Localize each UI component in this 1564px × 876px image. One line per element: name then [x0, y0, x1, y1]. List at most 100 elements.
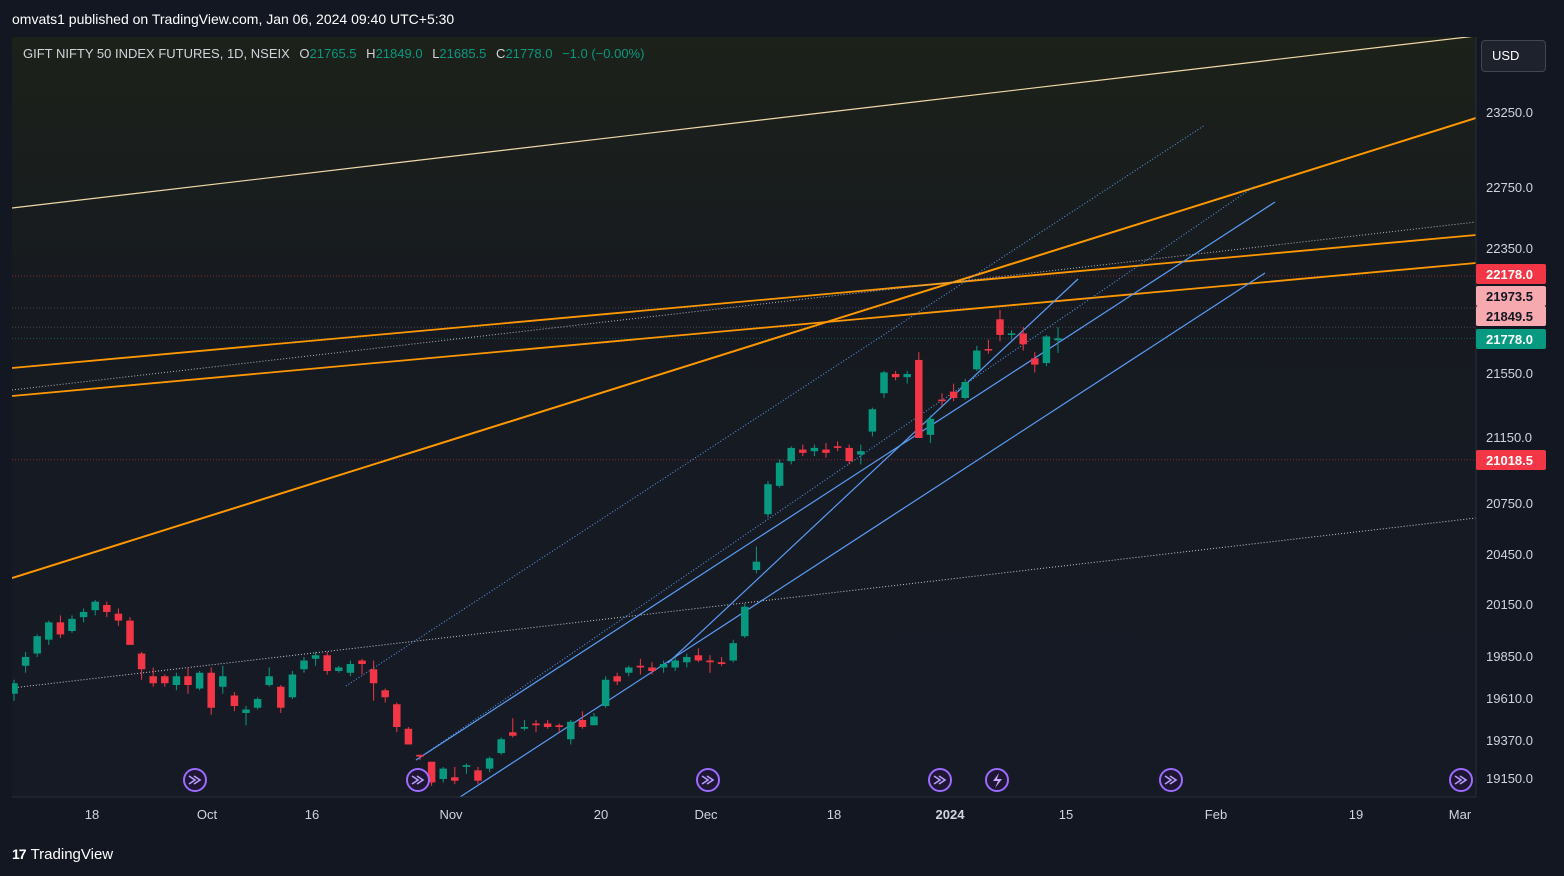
price-label-text: 22178.0 — [1486, 267, 1533, 282]
y-tick-label: 20150.0 — [1486, 597, 1533, 612]
candle-body — [300, 660, 308, 670]
candle[interactable] — [1042, 334, 1051, 367]
candle-body — [961, 382, 969, 398]
candle-body — [880, 372, 888, 394]
symbol-title[interactable]: GIFT NIFTY 50 INDEX FUTURES, 1D, NSEIX — [23, 46, 290, 61]
candle-body — [648, 667, 656, 671]
x-tick-label: Nov — [439, 807, 463, 822]
x-tick-label: Feb — [1205, 807, 1227, 822]
event-marker-icon[interactable] — [1449, 768, 1473, 792]
candle[interactable] — [601, 676, 610, 708]
candle-body — [161, 676, 169, 684]
candle-body — [242, 709, 250, 713]
candle-body — [497, 739, 505, 754]
event-marker-icon[interactable] — [406, 768, 430, 792]
candle-body — [68, 618, 76, 631]
candle-body — [91, 601, 99, 611]
candle-body — [915, 359, 923, 438]
candle-body — [335, 667, 343, 671]
candle-body — [195, 672, 204, 689]
y-tick-label: 19150.0 — [1486, 771, 1533, 786]
candle[interactable] — [207, 667, 215, 715]
candle-body — [207, 672, 215, 708]
candle-body — [799, 449, 807, 453]
x-tick-label: Oct — [197, 807, 218, 822]
candle-body — [265, 676, 273, 685]
x-tick-label: 15 — [1059, 807, 1073, 822]
candle[interactable] — [915, 352, 923, 438]
candle-body — [1042, 336, 1051, 364]
currency-button[interactable]: USD — [1481, 40, 1546, 72]
symbol-legend: GIFT NIFTY 50 INDEX FUTURES, 1D, NSEIX O… — [23, 46, 644, 61]
candle-body — [485, 758, 494, 769]
candle-body — [393, 704, 401, 727]
price-label: 22178.0 — [1476, 264, 1546, 284]
event-marker-icon[interactable] — [1159, 768, 1183, 792]
price-label: 21849.5 — [1476, 306, 1546, 326]
candle-body — [694, 655, 703, 661]
event-marker-icon[interactable] — [928, 768, 952, 792]
candle-body — [833, 446, 842, 448]
candle-body — [1054, 338, 1062, 341]
candle[interactable] — [195, 671, 204, 691]
price-chart[interactable]: 23250.0 22750.0 22350.0 21550.0 21150.0 20750… — [0, 0, 1564, 876]
candle-body — [12, 683, 18, 694]
event-marker-icon[interactable] — [696, 768, 720, 792]
candle-body — [857, 451, 865, 455]
candle-body — [891, 374, 900, 378]
event-marker-icon[interactable] — [183, 768, 207, 792]
x-tick-label: Mar — [1449, 807, 1472, 822]
candle-body — [938, 399, 946, 402]
y-tick-label: 19370.0 — [1486, 733, 1533, 748]
price-label-text: 21778.0 — [1486, 332, 1533, 347]
candle-body — [103, 605, 111, 612]
price-label-text: 21849.5 — [1486, 309, 1533, 324]
y-tick-label: 22350.0 — [1486, 241, 1533, 256]
y-tick-label: 19610.0 — [1486, 691, 1533, 706]
open-value: 21765.5 — [309, 46, 357, 61]
y-tick-label: 22750.0 — [1486, 180, 1533, 195]
price-label-text: 21973.5 — [1486, 289, 1533, 304]
candle-body — [845, 447, 853, 462]
candle[interactable] — [497, 737, 505, 755]
candle-body — [172, 676, 181, 685]
candle-body — [949, 391, 958, 398]
lightning-event-icon[interactable] — [985, 768, 1009, 792]
close-value: 21778.0 — [505, 46, 553, 61]
candle[interactable] — [288, 671, 297, 699]
candle[interactable] — [404, 727, 413, 745]
price-label: 21778.0 — [1476, 329, 1546, 349]
time-axis[interactable]: 18 Oct 16 Nov 20 Dec 18 2024 15 Feb 19 Mar — [85, 807, 1472, 822]
change-value: −1.0 (−0.00%) — [562, 46, 645, 61]
price-axis[interactable]: 23250.0 22750.0 22350.0 21550.0 21150.0 20750… — [1486, 105, 1533, 786]
candle[interactable] — [764, 480, 772, 518]
candle-body — [973, 350, 981, 370]
x-tick-label: 2024 — [936, 807, 966, 822]
tradingview-logo-text: TradingView — [30, 845, 114, 863]
candle-body — [903, 374, 911, 378]
candle-body — [33, 636, 41, 654]
open-label: O — [299, 46, 310, 61]
price-label-text: 21018.5 — [1486, 453, 1533, 468]
candle[interactable] — [775, 459, 784, 488]
y-tick-label: 20750.0 — [1486, 496, 1533, 511]
tradingview-logo[interactable]: 17 TradingView — [12, 844, 113, 864]
candle[interactable] — [741, 603, 749, 638]
candle-body — [126, 620, 134, 645]
price-label: 21018.5 — [1476, 450, 1546, 470]
candle-body — [590, 716, 598, 726]
candle[interactable] — [253, 697, 262, 710]
high-value: 21849.0 — [375, 46, 423, 61]
candle-body — [555, 725, 563, 727]
candle-body — [729, 643, 737, 661]
low-value: 21685.5 — [439, 46, 487, 61]
candle[interactable] — [126, 617, 134, 645]
candle-body — [775, 462, 784, 486]
candle-body — [1019, 333, 1027, 345]
candle-body — [671, 660, 679, 668]
candle-body — [358, 660, 366, 664]
candle-body — [520, 727, 529, 729]
candle-body — [764, 484, 772, 515]
y-tick-label: 21550.0 — [1486, 366, 1533, 381]
candle-body — [683, 657, 691, 663]
